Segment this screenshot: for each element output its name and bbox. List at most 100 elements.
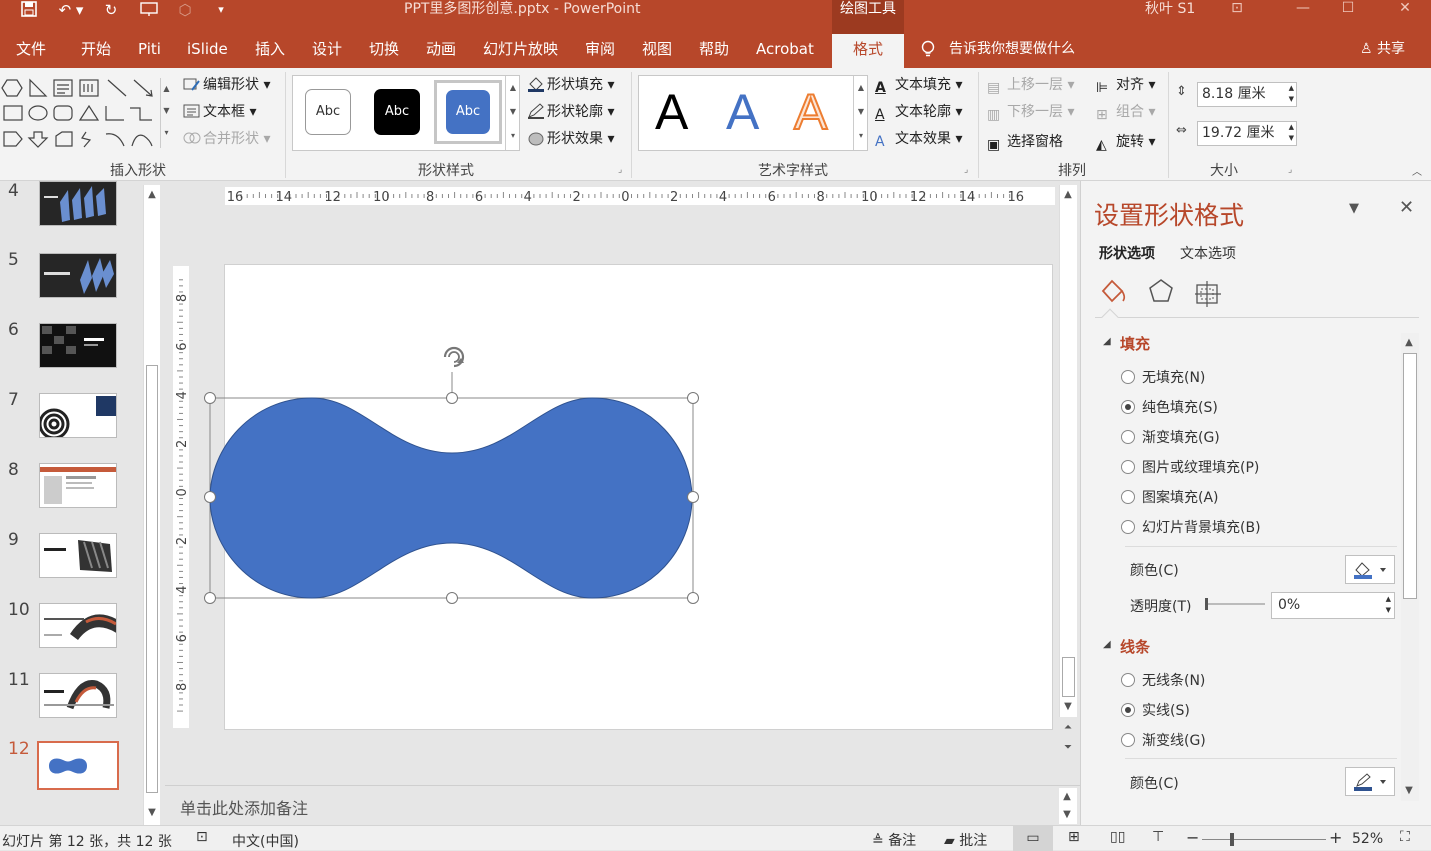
resize-handle[interactable]: [687, 491, 699, 503]
next-slide-icon[interactable]: ⏷: [1060, 740, 1076, 756]
zoom-slider[interactable]: [1202, 833, 1326, 846]
cube-icon[interactable]: ⬡: [174, 1, 196, 19]
pane-scrollbar[interactable]: ▲ ▼: [1401, 333, 1419, 801]
resize-handle[interactable]: [446, 392, 458, 404]
wordart-scroll[interactable]: ▲ ▼ ▾: [853, 76, 868, 150]
language-indicator[interactable]: 中文(中国): [232, 831, 299, 851]
option-solid-fill[interactable]: 纯色填充(S): [1142, 397, 1218, 417]
slide-thumbnail[interactable]: [39, 673, 117, 718]
tab-slideshow[interactable]: 幻灯片放映: [483, 40, 558, 62]
tab-format[interactable]: 格式: [832, 34, 904, 69]
user-name[interactable]: 秋叶 S1: [1145, 0, 1195, 20]
notes-scrollbar[interactable]: ▲ ▼: [1059, 788, 1077, 824]
text-effect-button[interactable]: A 文本效果 ▾: [875, 130, 962, 150]
slide-thumbnail-selected[interactable]: [37, 741, 119, 790]
spinner-icon[interactable]: ▲ ▼: [1289, 122, 1294, 144]
shape-style-1[interactable]: Abc: [305, 89, 351, 135]
tab-piti[interactable]: Piti: [138, 40, 161, 62]
fill-color-picker[interactable]: [1345, 555, 1395, 584]
option-pattern-fill[interactable]: 图案填充(A): [1142, 487, 1219, 507]
radio-pattern-fill[interactable]: [1121, 490, 1135, 504]
zoom-out-icon[interactable]: −: [1186, 828, 1199, 847]
maximize-icon[interactable]: ☐: [1328, 0, 1368, 20]
scrollbar-thumb[interactable]: [1403, 353, 1417, 599]
option-gradient-line[interactable]: 渐变线(G): [1142, 730, 1206, 750]
radio-background-fill[interactable]: [1121, 520, 1135, 534]
tab-view[interactable]: 视图: [642, 40, 672, 62]
notes-area[interactable]: 单击此处添加备注 ▲ ▼: [165, 785, 1080, 825]
wordart-style-3[interactable]: A: [793, 82, 828, 142]
transparency-input[interactable]: 0% ▲ ▼: [1271, 592, 1395, 619]
fit-slide-icon[interactable]: ⛶: [1400, 829, 1410, 845]
slide-sorter-icon[interactable]: ⊞: [1068, 829, 1080, 845]
dialog-launcher-icon[interactable]: ⌟: [1288, 165, 1292, 175]
wordart-style-2[interactable]: A: [726, 82, 759, 142]
tell-me-box[interactable]: 告诉我你想要做什么: [949, 40, 1075, 62]
tab-review[interactable]: 审阅: [585, 40, 615, 62]
spinner-icon[interactable]: ▲ ▼: [1289, 83, 1294, 105]
slide-thumbnail[interactable]: [39, 253, 117, 298]
radio-picture-fill[interactable]: [1121, 460, 1135, 474]
resize-handle[interactable]: [446, 592, 458, 604]
slide-thumbnail[interactable]: [39, 181, 117, 226]
previous-slide-icon[interactable]: ⏶: [1060, 720, 1076, 736]
rotate-button[interactable]: ◭ 旋转 ▾: [1096, 133, 1155, 153]
resize-handle[interactable]: [687, 592, 699, 604]
fill-section-header[interactable]: 填充: [1120, 333, 1150, 354]
tab-shape-options[interactable]: 形状选项: [1099, 243, 1155, 263]
shape-outline-button[interactable]: 形状轮廓 ▾: [527, 103, 614, 121]
text-fill-button[interactable]: A 文本填充 ▾: [875, 76, 962, 96]
edit-shape-button[interactable]: 编辑形状 ▾: [183, 76, 270, 94]
slideshow-view-icon[interactable]: ⊤: [1152, 829, 1164, 845]
thumbnail-scrollbar[interactable]: ▲ ▼: [143, 185, 160, 825]
comments-toggle[interactable]: ▰ 批注: [944, 830, 987, 850]
scroll-down-icon[interactable]: ▼: [1401, 783, 1417, 799]
radio-solid-fill[interactable]: [1121, 400, 1135, 414]
wordart-style-1[interactable]: A: [655, 82, 688, 142]
rotate-handle-icon[interactable]: [437, 341, 471, 371]
dialog-launcher-icon[interactable]: ⌟: [964, 165, 968, 175]
scroll-up-icon[interactable]: ▲: [144, 187, 160, 203]
shapes-gallery-scroll[interactable]: ▲ ▼ ▾: [160, 78, 172, 148]
tab-animations[interactable]: 动画: [426, 40, 456, 62]
undo-icon[interactable]: ↶ ▾: [55, 1, 87, 19]
resize-handle[interactable]: [204, 592, 216, 604]
slide-thumbnail[interactable]: [39, 533, 117, 578]
zoom-slider-thumb[interactable]: [1230, 833, 1234, 846]
close-icon[interactable]: ✕: [1385, 0, 1425, 20]
tab-home[interactable]: 开始: [81, 40, 111, 62]
spellcheck-icon[interactable]: ⊡: [196, 829, 208, 845]
effects-pentagon-icon[interactable]: [1147, 277, 1175, 305]
selection-pane-button[interactable]: ▣ 选择窗格: [987, 133, 1063, 153]
collapse-ribbon-icon[interactable]: ︿: [1412, 163, 1422, 178]
option-no-fill[interactable]: 无填充(N): [1142, 367, 1205, 387]
shape-fill-button[interactable]: 形状填充 ▾: [527, 76, 614, 94]
shape-style-2[interactable]: Abc: [374, 89, 420, 135]
radio-gradient-fill[interactable]: [1121, 430, 1135, 444]
radio-gradient-line[interactable]: [1121, 733, 1135, 747]
tab-design[interactable]: 设计: [312, 40, 342, 62]
group-button[interactable]: ⊞ 组合 ▾: [1096, 103, 1155, 123]
resize-handle[interactable]: [687, 392, 699, 404]
line-color-picker[interactable]: [1345, 767, 1395, 796]
slide-thumbnail[interactable]: [39, 603, 117, 648]
spinner-icon[interactable]: ▲ ▼: [1386, 594, 1391, 616]
slide-thumbnail[interactable]: [39, 323, 117, 368]
option-picture-fill[interactable]: 图片或纹理填充(P): [1142, 457, 1259, 477]
pane-options-icon[interactable]: ▼: [1349, 201, 1359, 216]
scroll-up-icon[interactable]: ▲: [1401, 335, 1417, 351]
tab-help[interactable]: 帮助: [699, 40, 729, 62]
tab-islide[interactable]: iSlide: [187, 40, 228, 62]
tab-file[interactable]: 文件: [16, 40, 46, 62]
collapse-fill-icon[interactable]: ◢: [1103, 336, 1111, 347]
align-button[interactable]: ⊫ 对齐 ▾: [1096, 76, 1155, 96]
share-button[interactable]: ♙ 共享: [1360, 40, 1405, 62]
shape-style-3-selected[interactable]: Abc: [434, 80, 502, 144]
scrollbar-thumb[interactable]: [1062, 657, 1075, 697]
radio-no-line[interactable]: [1121, 673, 1135, 687]
slide-thumbnail[interactable]: [39, 393, 117, 438]
fill-line-icon[interactable]: [1099, 277, 1129, 305]
slide-thumbnail[interactable]: [39, 463, 117, 508]
radio-no-fill[interactable]: [1121, 370, 1135, 384]
zoom-level[interactable]: 52%: [1352, 831, 1383, 847]
